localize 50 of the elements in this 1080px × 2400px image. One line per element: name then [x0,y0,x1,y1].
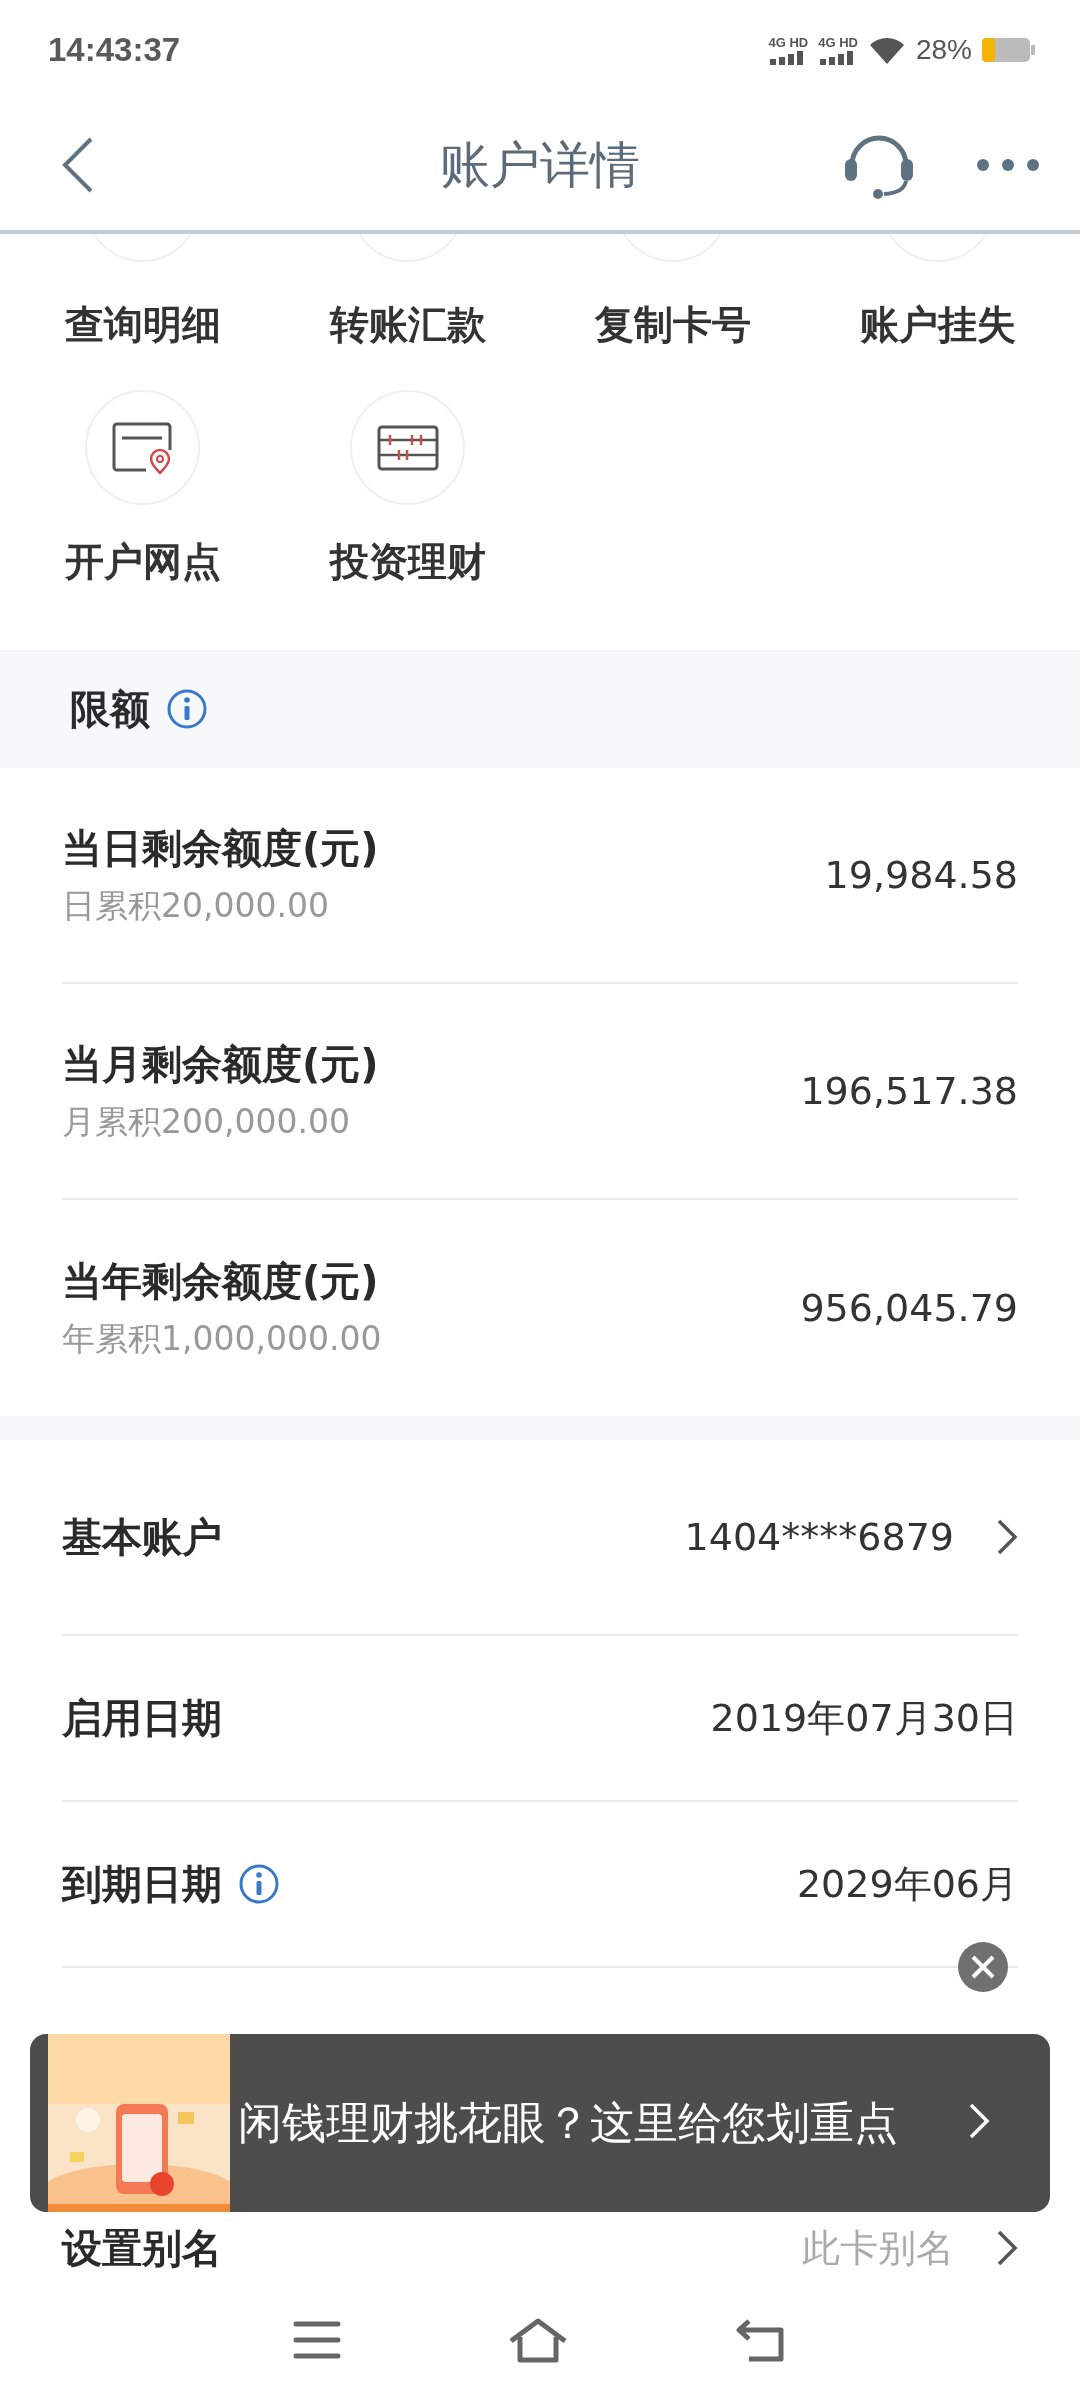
action-label[interactable]: 开户网点 [64,535,221,589]
limit-value: 956,045.79 [800,1286,1018,1330]
more-icon[interactable] [976,158,1040,172]
action-label[interactable]: 账户挂失 [859,298,1016,352]
detail-value: 此卡别名 [802,2224,954,2272]
action-label[interactable]: 查询明细 [64,298,221,352]
action-label[interactable]: 转账汇款 [329,298,486,352]
limit-label: 当日剩余额度(元) [62,824,379,873]
ad-text[interactable]: 闲钱理财挑花眼？这里给您划重点 [238,2093,898,2153]
limit-label: 当年剩余额度(元) [62,1257,380,1306]
back-icon[interactable] [60,136,94,194]
card-location-icon [111,421,174,474]
detail-label: 启用日期 [62,1693,222,1743]
battery-icon [982,36,1036,64]
action-icon-circle[interactable] [350,390,465,505]
limit-cumulative: 日累积20,000.00 [62,885,330,927]
info-icon[interactable] [238,1863,280,1905]
home-icon[interactable] [508,2317,568,2363]
detail-value: 1404****6879 [684,1515,954,1559]
section-title: 限额 [70,684,150,734]
back-nav-icon[interactable] [734,2318,787,2362]
page-title: 账户详情 [440,135,640,194]
detail-row[interactable]: 启用日期 2019年07月30日 [62,1636,1018,1802]
close-icon [970,1954,996,1980]
action-icon-circle[interactable] [85,390,200,505]
detail-row[interactable]: 基本账户 1404****6879 [62,1440,1018,1636]
detail-row[interactable]: 设置别名 此卡别名 [62,2214,1018,2280]
ad-banner[interactable]: 闲钱理财挑花眼？这里给您划重点 [30,2034,1050,2212]
menu-icon[interactable] [293,2320,342,2360]
wifi-icon [867,35,906,65]
network-label: 4G HD [768,35,809,49]
battery-percent: 28% [915,34,972,66]
close-button[interactable] [958,1942,1008,1992]
limit-value: 19,984.58 [824,853,1018,897]
limit-cumulative: 年累积1,000,000.00 [62,1318,382,1360]
status-time: 14:43:37 [48,31,181,69]
limit-value: 196,517.38 [800,1069,1018,1113]
limit-cumulative: 月累积200,000.00 [62,1101,351,1143]
detail-label: 基本账户 [62,1512,222,1562]
info-icon[interactable] [166,688,208,730]
chevron-right-icon [968,2102,990,2140]
action-label[interactable]: 复制卡号 [594,298,751,352]
action-label[interactable]: 投资理财 [329,535,486,589]
detail-label: 到期日期 [62,1859,222,1909]
abacus-icon [376,424,439,471]
detail-value: 2019年07月30日 [710,1694,1018,1742]
detail-value: 2029年06月 [796,1860,1018,1908]
network-label: 4G HD [818,35,858,49]
detail-label: 设置别名 [62,2223,222,2273]
limit-label: 当月剩余额度(元) [62,1040,379,1089]
